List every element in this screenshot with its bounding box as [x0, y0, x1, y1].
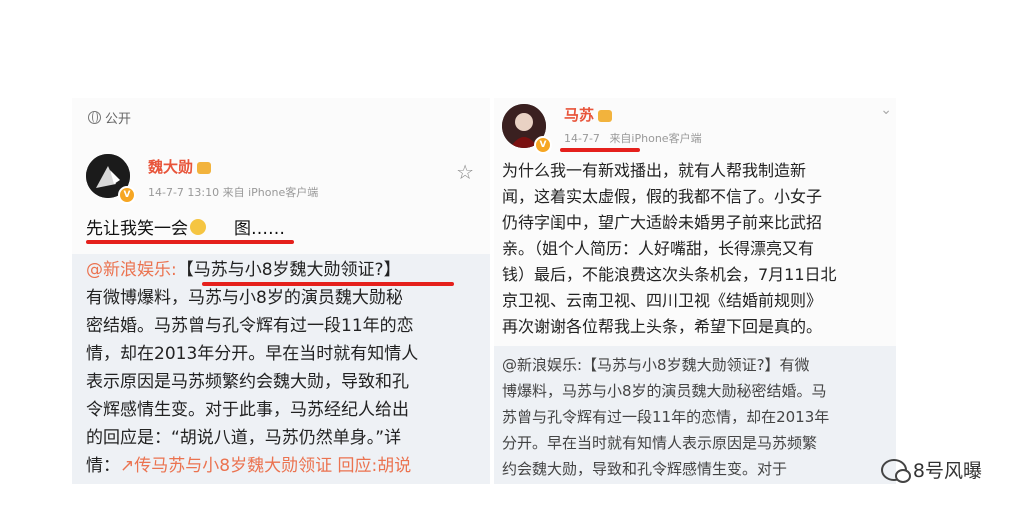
visibility-label: 公开	[105, 112, 132, 127]
repost-line: 博爆料，马苏与小8岁的演员魏大勋秘密结婚。马	[502, 382, 827, 400]
repost-line: 分开。早在当时就有知情人表示原因是马苏频繁	[502, 434, 818, 452]
body-line: 再次谢谢各位帮我上头条，希望下回是真的。	[502, 317, 823, 336]
post-source: 来自iPhone客户端	[609, 132, 702, 145]
right-weibo-post: V 马苏 14-7-7 来自iPhone客户端 ⌄ 为什么我一有新戏播出，就有人…	[494, 98, 896, 484]
repost-line: 约会魏大勋，导致和孔令辉感情生变。对于	[502, 460, 788, 478]
laugh-emoji-icon	[190, 218, 206, 235]
watermark-text: 8号风曝	[912, 460, 982, 482]
crown-icon	[598, 109, 613, 122]
chevron-down-icon[interactable]: ⌄	[880, 102, 892, 118]
body-line: 闻，这着实太虚假，假的我都不信了。小女子	[502, 187, 823, 206]
red-underline	[560, 148, 640, 152]
post-body: 为什么我一有新戏播出，就有人帮我制造新 闻，这着实太虚假，假的我都不信了。小女子…	[502, 158, 837, 340]
post-meta: 14-7-7 来自iPhone客户端	[564, 130, 702, 146]
watermark: 8号风曝	[880, 456, 982, 483]
body-line: 情，却在2013年分开。早在当时就有知情人	[86, 344, 419, 364]
body-line: 表示原因是马苏频繁约会魏大勋，导致和孔	[86, 372, 409, 392]
red-underline	[86, 240, 294, 244]
detail-link[interactable]: 传马苏与小8岁魏大勋领证	[134, 456, 332, 476]
body-line: 密结婚。马苏曾与孔令辉有过一段11年的恋	[86, 316, 414, 336]
post-date: 14-7-7	[564, 132, 600, 145]
repost-body: @新浪娱乐:【马苏与小8岁魏大勋领证?】有微 博爆料，马苏与小8岁的演员魏大勋秘…	[502, 352, 829, 482]
repost-body: 有微博爆料，马苏与小8岁的演员魏大勋秘 密结婚。马苏曾与孔令辉有过一段11年的恋…	[86, 284, 418, 480]
repost-title: 【马苏与小8岁魏大勋领证?】	[176, 260, 401, 280]
repost-source-link[interactable]: @新浪娱乐:	[86, 260, 177, 280]
favorite-star-icon[interactable]: ☆	[456, 160, 474, 184]
post-headline: 先让我笑一会 图……	[86, 218, 285, 239]
repost-line: @新浪娱乐:【马苏与小8岁魏大勋领证?】有微	[502, 356, 810, 374]
author-name[interactable]: 魏大勋	[148, 156, 212, 177]
left-weibo-post: 公开 V 魏大勋 14-7-7 13:10 来自 iPhone客户端 ☆ 先让我…	[72, 98, 490, 484]
body-line: 为什么我一有新戏播出，就有人帮我制造新	[502, 161, 807, 180]
body-line: 亲。（姐个人简历：人好嘴甜，长得漂亮又有	[502, 239, 815, 258]
crown-icon	[197, 161, 212, 174]
verified-badge-icon: V	[534, 136, 552, 154]
body-line: 京卫视、云南卫视、四川卫视《结婚前规则》	[502, 291, 823, 310]
repost-title-line: @新浪娱乐:【马苏与小8岁魏大勋领证?】	[86, 256, 401, 284]
wechat-icon	[880, 458, 911, 483]
body-line: 令辉感情生变。对于此事，马苏经纪人给出	[86, 400, 409, 420]
globe-icon	[88, 111, 101, 124]
repost-line: 苏曾与孔令辉有过一段11年的恋情，却在2013年	[502, 408, 830, 426]
link-icon: ↗	[120, 456, 135, 476]
body-line: 钱）最后，不能浪费这次头条机会，7月11日北	[502, 265, 837, 284]
post-meta: 14-7-7 13:10 来自 iPhone客户端	[148, 186, 319, 199]
verified-badge-icon: V	[118, 186, 136, 204]
author-name[interactable]: 马苏	[564, 104, 613, 125]
body-line: 的回应是：“胡说八道，马苏仍然单身。”详	[86, 428, 402, 448]
visibility-indicator[interactable]: 公开	[88, 108, 131, 127]
body-line: 情：↗传马苏与小8岁魏大勋领证 回应:胡说	[86, 456, 412, 476]
body-line: 有微博爆料，马苏与小8岁的演员魏大勋秘	[86, 288, 403, 308]
body-line: 仍待字闺中，望广大适龄未婚男子前来比武招	[502, 213, 823, 232]
